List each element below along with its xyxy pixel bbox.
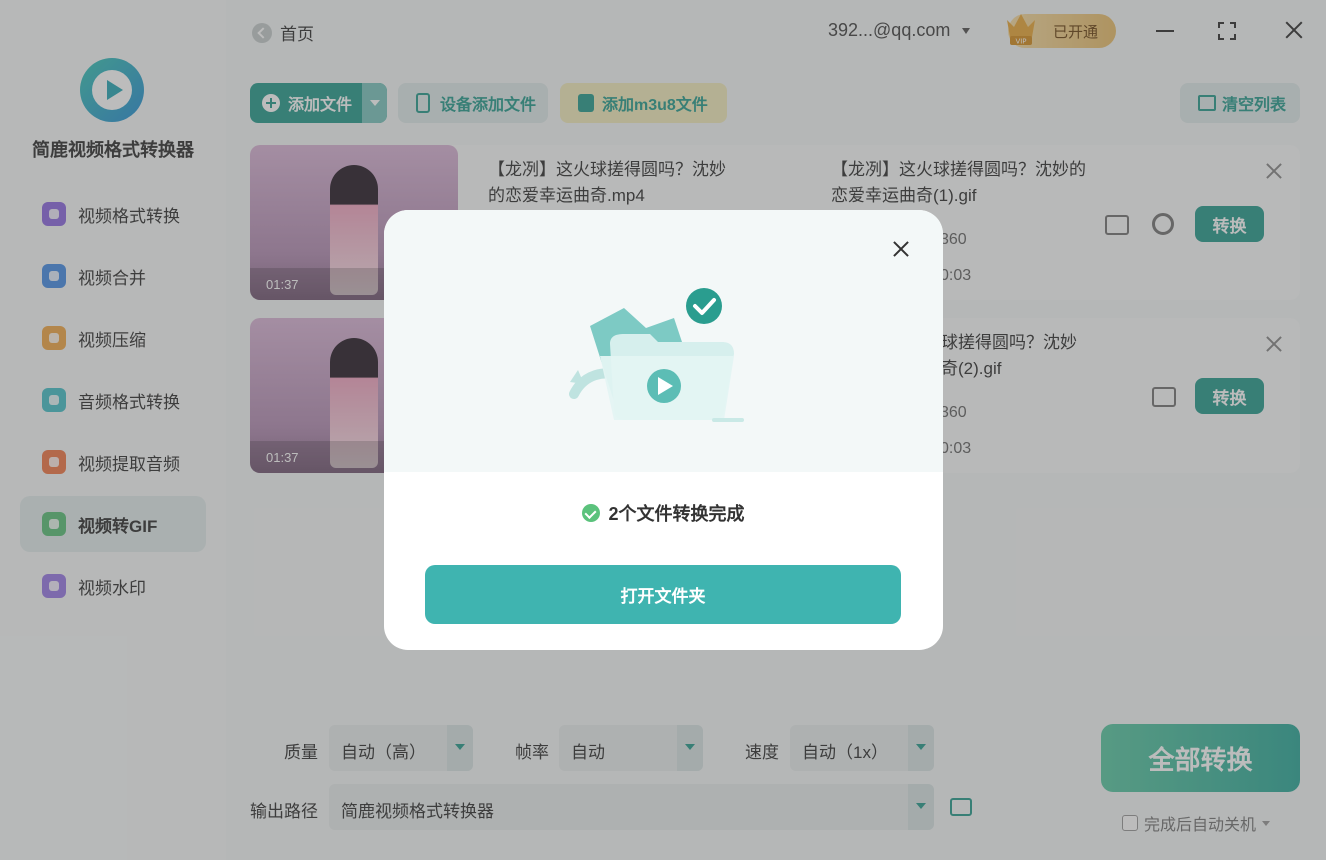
conversion-complete-dialog: 2个文件转换完成 打开文件夹 <box>384 210 943 650</box>
folder-complete-illustration <box>569 288 744 422</box>
dialog-illustration-area <box>384 210 943 472</box>
success-check-icon <box>582 504 601 522</box>
open-folder-button[interactable]: 打开文件夹 <box>425 565 901 624</box>
conversion-status: 2个文件转换完成 <box>384 500 943 526</box>
dialog-close-icon[interactable] <box>893 241 909 257</box>
conversion-status-text: 2个文件转换完成 <box>608 504 745 524</box>
